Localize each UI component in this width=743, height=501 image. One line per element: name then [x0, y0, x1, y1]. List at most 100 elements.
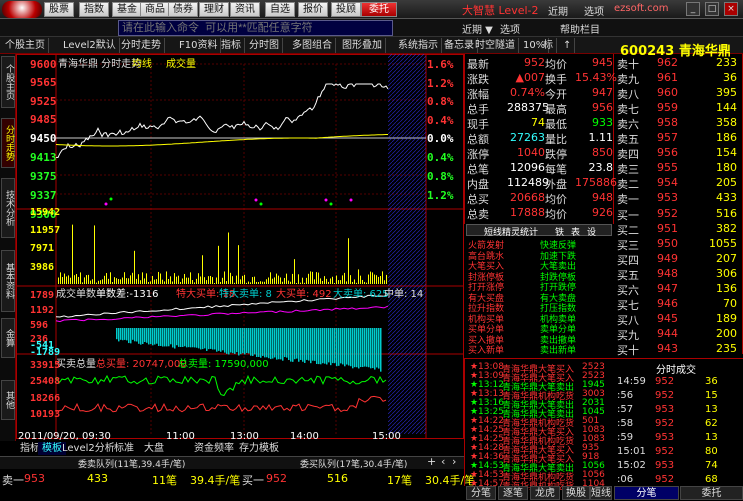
- toolbar-item-0[interactable]: 个股主页: [2, 38, 49, 53]
- stat-item[interactable]: 大笔买入: [468, 259, 538, 272]
- stat-item[interactable]: 机构卖单: [540, 312, 610, 325]
- left-tab-3[interactable]: 基本资料: [1, 250, 15, 312]
- stat-item[interactable]: 卖单分单: [540, 322, 610, 335]
- volume-bar: [180, 281, 181, 284]
- stat-item[interactable]: 买入撤单: [468, 333, 538, 346]
- tick-price: 952: [655, 376, 675, 387]
- close-icon[interactable]: ×: [724, 2, 738, 16]
- stat-item[interactable]: 快速反弹: [540, 238, 610, 251]
- menu-button-3[interactable]: 商品: [140, 2, 170, 17]
- right-bottom-tab-0[interactable]: 分笔: [466, 486, 496, 500]
- prev-icon[interactable]: ‹: [441, 455, 445, 468]
- stat-item[interactable]: 火箭发射: [468, 238, 538, 251]
- volume-bar: [322, 280, 323, 284]
- menu-recent-2[interactable]: 近期 ▼: [462, 21, 493, 36]
- stat-item[interactable]: 打开跌停: [540, 280, 610, 293]
- queue-cell: 买一: [242, 474, 264, 487]
- volume-bar: [102, 279, 103, 284]
- menu-button-5[interactable]: 理财: [199, 2, 229, 17]
- stat-item[interactable]: 有大卖盘: [540, 291, 610, 304]
- toolbar-item-10[interactable]: 时空隧道: [472, 38, 519, 53]
- toolbar-item-5[interactable]: 分时图: [246, 38, 283, 53]
- stat-item[interactable]: 买入新单: [468, 343, 538, 356]
- stat-item[interactable]: 打开涨停: [468, 280, 538, 293]
- right-bottom-tab-1[interactable]: 逐笔: [498, 486, 528, 500]
- signal-dot: [254, 198, 258, 202]
- big-order-bar: [336, 328, 338, 367]
- toolbar-item-8[interactable]: 系统指示: [395, 38, 442, 53]
- toolbar-item-2[interactable]: 分时走势: [118, 38, 165, 53]
- menu-help[interactable]: 帮助栏目: [560, 21, 600, 36]
- stat-item[interactable]: 机构买单: [468, 312, 538, 325]
- toolbar-item-13[interactable]: ↑: [560, 38, 576, 53]
- toolbar-item-3[interactable]: F10资料: [176, 38, 222, 53]
- left-tab-4[interactable]: 金算: [1, 318, 15, 358]
- stat-item[interactable]: 大笔卖出: [540, 259, 610, 272]
- volume-bar: [360, 275, 361, 284]
- stats-tab-1[interactable]: 表: [571, 225, 580, 238]
- volume-bar: [66, 276, 67, 284]
- stat-item[interactable]: 有大买盘: [468, 291, 538, 304]
- toolbar-item-1[interactable]: Level2默认: [60, 38, 120, 53]
- bottom-tab-3[interactable]: 标准: [110, 442, 138, 455]
- toolbar-item-4[interactable]: 指标: [218, 38, 245, 53]
- menu-recent[interactable]: 近期: [548, 3, 568, 18]
- menu-button-4[interactable]: 债券: [168, 2, 198, 17]
- stat-item[interactable]: 加速下跌: [540, 249, 610, 262]
- volume-bar: [294, 259, 295, 284]
- volume-bar: [202, 255, 203, 284]
- menu-button-6[interactable]: 资讯: [230, 2, 260, 17]
- add-icon[interactable]: +: [427, 455, 436, 468]
- stats-tab-0[interactable]: 铁: [555, 225, 564, 238]
- left-tab-5[interactable]: 其他: [1, 380, 15, 420]
- stat-item[interactable]: 打压指数: [540, 301, 610, 314]
- toolbar-item-6[interactable]: 多图组合: [289, 38, 336, 53]
- right-bottom-tab-6[interactable]: 委托: [680, 486, 743, 500]
- queue-cell: 952: [266, 472, 287, 485]
- app-logo-icon[interactable]: [2, 1, 42, 18]
- menu-options-2[interactable]: 选项: [500, 21, 520, 36]
- stat-item[interactable]: 高台跳水: [468, 249, 538, 262]
- menu-options[interactable]: 选项: [584, 3, 604, 18]
- right-bottom-tab-3[interactable]: 换股: [562, 486, 590, 500]
- stat-item[interactable]: 封跌停板: [540, 270, 610, 283]
- stat-item[interactable]: 买单分单: [468, 322, 538, 335]
- right-bottom-tab-2[interactable]: 龙虎: [530, 486, 560, 500]
- menu-button-2[interactable]: 基金: [112, 2, 142, 17]
- bottom-tab-6[interactable]: 存力模板: [235, 442, 283, 455]
- left-tab-1[interactable]: 分时走势: [1, 118, 15, 168]
- left-tab-2[interactable]: 技术分析: [1, 178, 15, 238]
- right-bottom-tab-4[interactable]: 短线: [590, 486, 612, 500]
- big-order-bar: [128, 328, 130, 344]
- menu-button-7[interactable]: 自选: [265, 2, 295, 17]
- quote-row: 总笔 12096 每笔 23.8: [467, 161, 613, 176]
- maximize-icon[interactable]: □: [705, 2, 719, 16]
- toolbar-item-7[interactable]: 图形叠加: [339, 38, 386, 53]
- left-tab-0[interactable]: 个股主页: [1, 56, 15, 108]
- quote-cell: 926: [592, 206, 613, 219]
- minimize-icon[interactable]: _: [686, 2, 700, 16]
- bottom-tab-4[interactable]: 大盘: [140, 442, 168, 455]
- orderbook-price: 946: [657, 297, 678, 310]
- menu-button-9[interactable]: 投顾: [331, 2, 361, 17]
- next-icon[interactable]: ›: [452, 455, 456, 468]
- stat-item[interactable]: 封涨停板: [468, 270, 538, 283]
- bottom-tab-5[interactable]: 资金频率: [190, 442, 238, 455]
- volume-bar: [356, 282, 357, 284]
- volume-bar: [152, 275, 153, 284]
- menu-button-8[interactable]: 报价: [298, 2, 328, 17]
- volume-bar: [208, 276, 209, 284]
- stats-tab-2[interactable]: 设: [587, 225, 596, 238]
- stat-item[interactable]: 卖出新单: [540, 343, 610, 356]
- menu-button-0[interactable]: 股票: [44, 2, 74, 17]
- menu-button-1[interactable]: 指数: [79, 2, 109, 17]
- orderbook-price: 943: [657, 342, 678, 355]
- volume-bar: [64, 273, 65, 284]
- stat-item[interactable]: 卖出撤单: [540, 333, 610, 346]
- toolbar-item-12[interactable]: 标: [540, 38, 557, 53]
- stat-item[interactable]: 拉升指数: [468, 301, 538, 314]
- command-input[interactable]: [118, 20, 393, 36]
- menu-button-10[interactable]: 委托: [361, 2, 397, 17]
- right-bottom-tab-5[interactable]: 分笔: [614, 486, 679, 500]
- orderbook-price: 951: [657, 222, 678, 235]
